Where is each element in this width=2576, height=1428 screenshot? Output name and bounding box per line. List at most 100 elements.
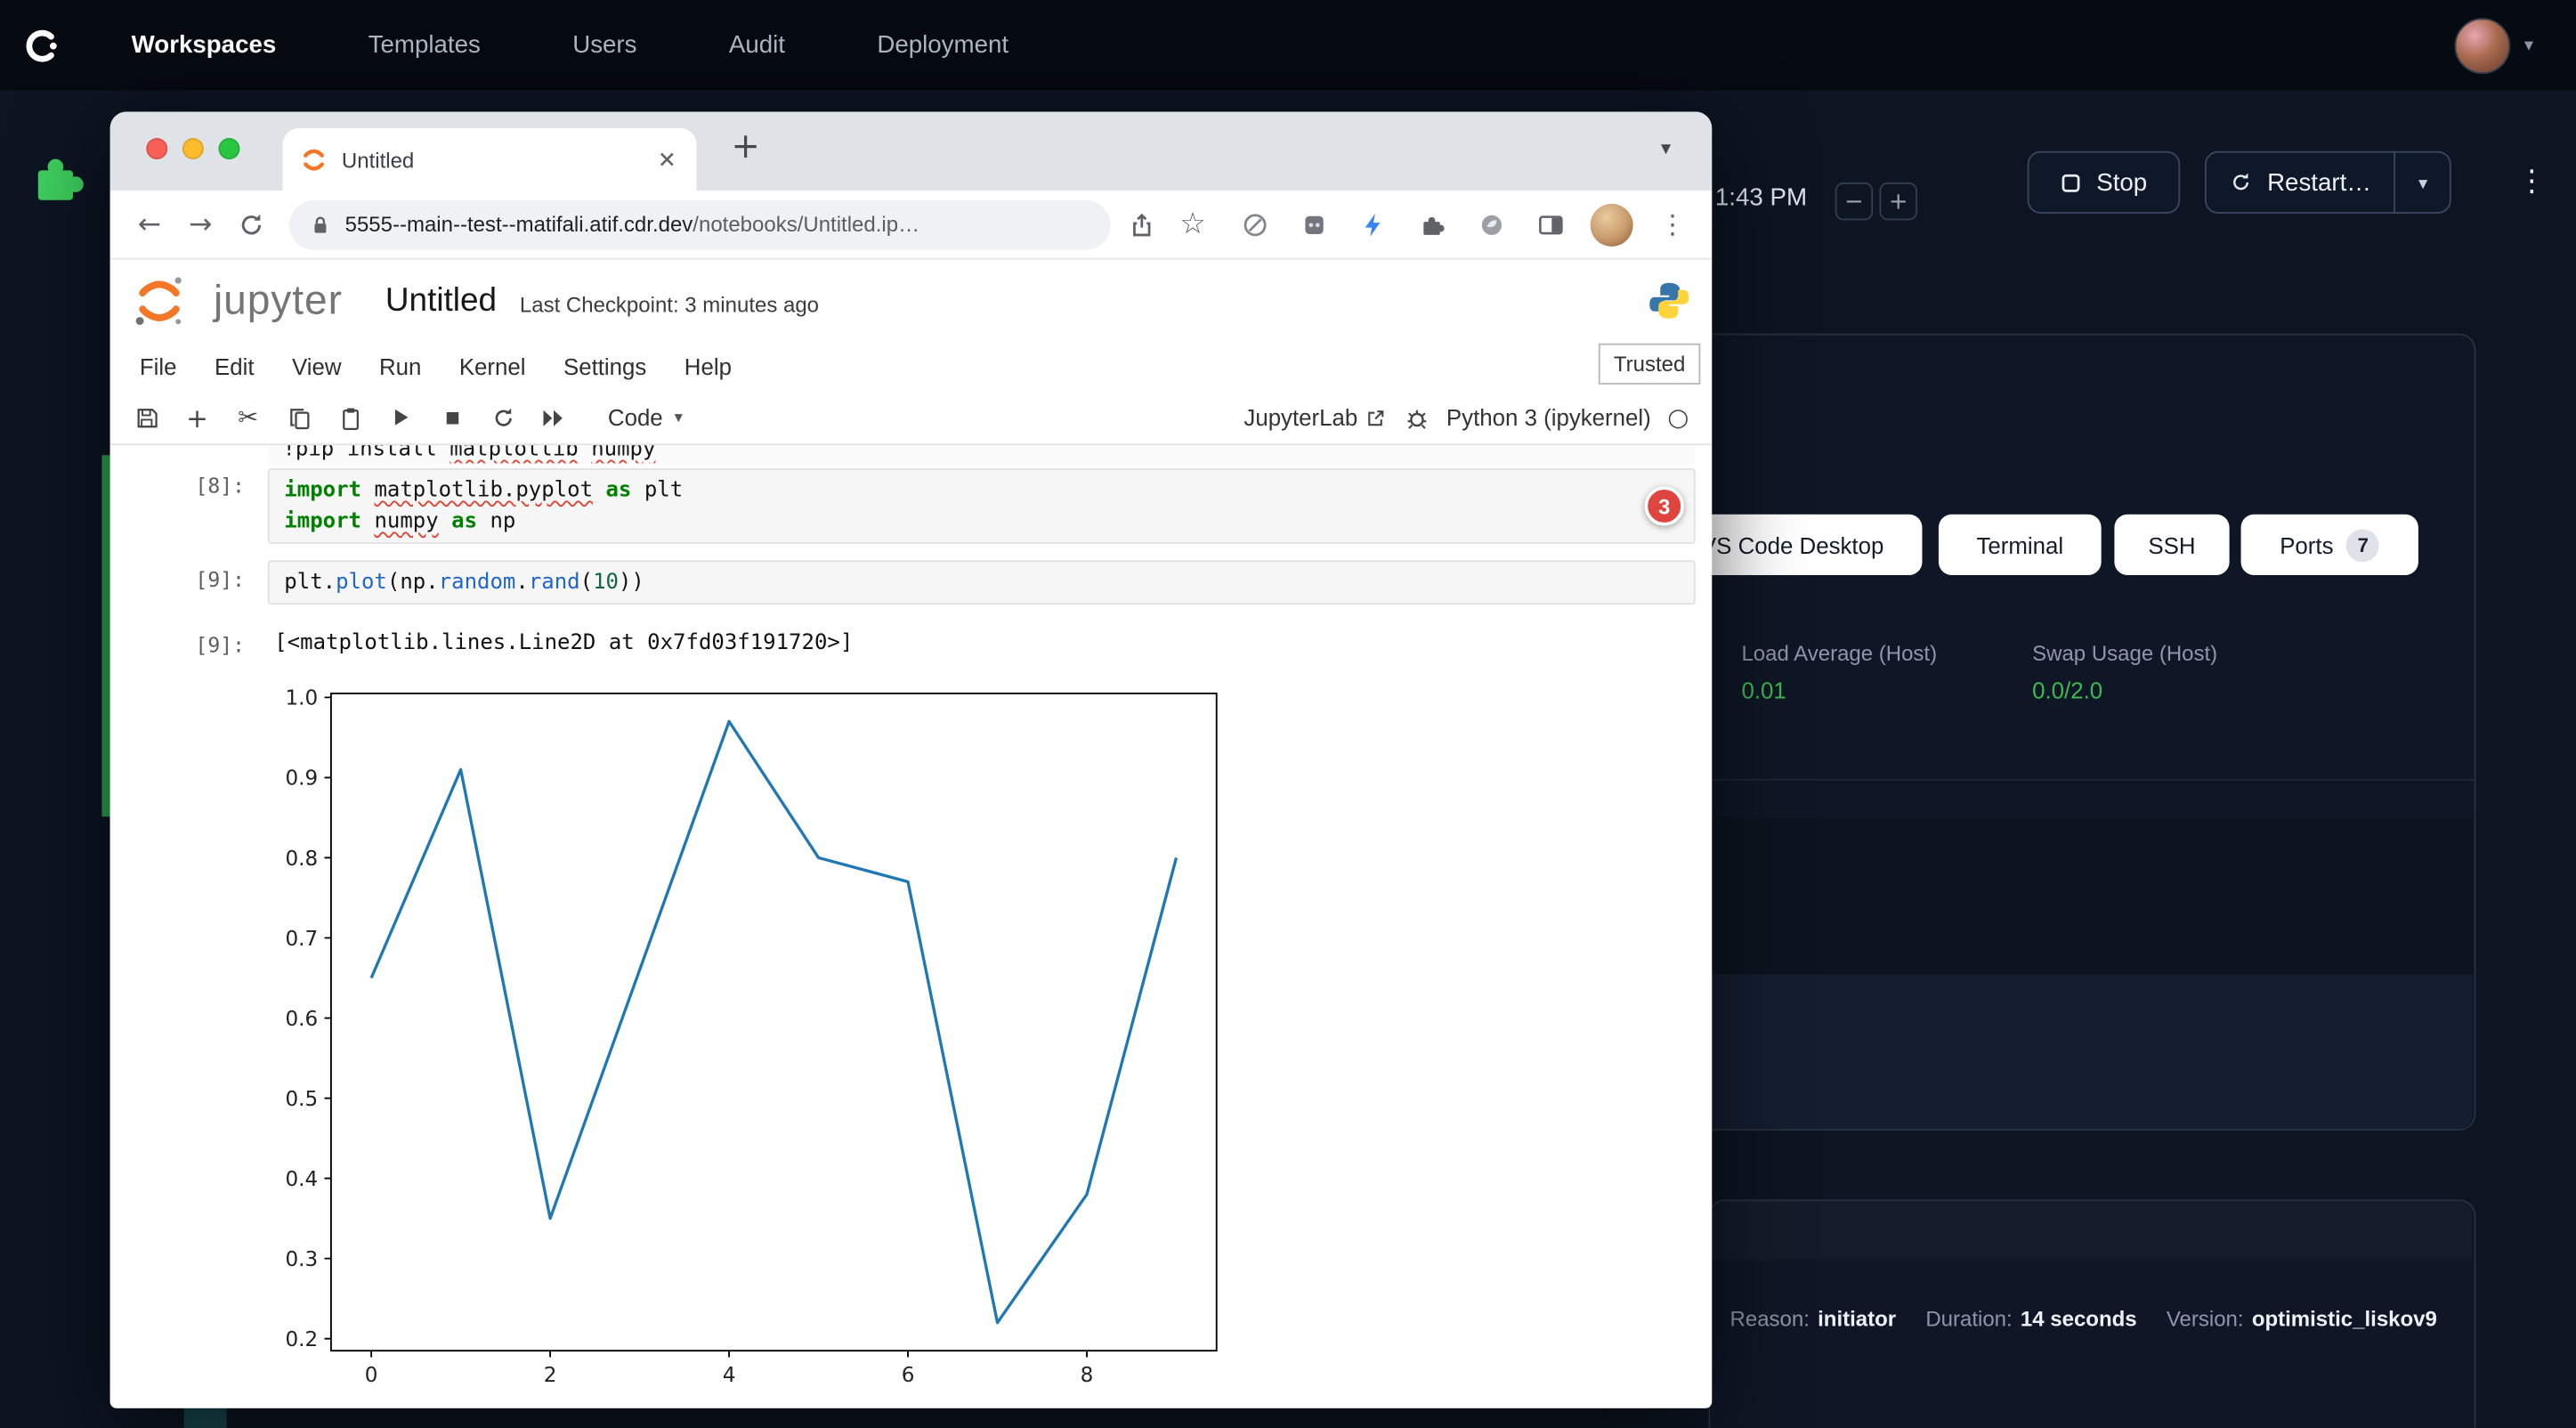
forward-icon[interactable]: → xyxy=(181,207,220,240)
svg-text:0: 0 xyxy=(365,1364,378,1387)
menu-file[interactable]: File xyxy=(140,353,177,380)
coder-logo-icon[interactable] xyxy=(16,20,65,69)
paste-cell-icon[interactable] xyxy=(336,405,363,430)
svg-text:0.3: 0.3 xyxy=(285,1248,318,1271)
build-panel-header xyxy=(1712,1201,2473,1260)
browser-tab[interactable]: Untitled xyxy=(282,128,696,191)
restart-options-chevron[interactable]: ▾ xyxy=(2394,153,2450,212)
partial-code-cell[interactable]: !pip install matplotlib numpy xyxy=(268,445,1696,463)
svg-text:0.5: 0.5 xyxy=(285,1088,318,1111)
cut-cell-icon[interactable]: ✂ xyxy=(235,402,262,432)
svg-text:0.6: 0.6 xyxy=(285,1008,318,1031)
interrupt-kernel-icon[interactable] xyxy=(439,407,466,428)
nav-item-workspaces[interactable]: Workspaces xyxy=(132,31,277,59)
notification-badge[interactable]: 3 xyxy=(1645,486,1684,525)
top-navbar: Workspaces Templates Users Audit Deploym… xyxy=(0,0,2576,91)
cell-type-dropdown[interactable]: Code ▾ xyxy=(608,404,683,431)
code-cell-imports[interactable]: import matplotlib.pyplot as pltimport nu… xyxy=(268,468,1696,544)
tab-search-icon[interactable]: ▾ xyxy=(1661,136,1671,159)
restart-run-all-icon[interactable] xyxy=(540,407,567,428)
reload-icon[interactable] xyxy=(231,211,271,238)
leaf-icon[interactable] xyxy=(1472,211,1511,238)
tab-title: Untitled xyxy=(342,147,641,172)
swap-usage-value: 0.0/2.0 xyxy=(2032,677,2217,703)
version-label: Version: xyxy=(2167,1306,2244,1331)
url-domain: 5555--main--test--matifali.atif.cdr.dev xyxy=(345,212,693,237)
svg-text:1.0: 1.0 xyxy=(285,687,318,710)
menu-settings[interactable]: Settings xyxy=(563,353,646,380)
version-value: optimistic_liskov9 xyxy=(2252,1306,2437,1331)
reason-label: Reason: xyxy=(1730,1306,1810,1331)
stop-workspace-button[interactable]: Stop xyxy=(2028,151,2181,214)
browser-window: Untitled + ▾ ← → xyxy=(110,112,1713,1408)
user-avatar[interactable] xyxy=(2455,17,2511,73)
svg-text:6: 6 xyxy=(902,1364,915,1387)
puzzle-piece-icon[interactable] xyxy=(33,151,89,215)
code-cell-plot[interactable]: plt.plot(np.random.rand(10)) xyxy=(268,560,1696,604)
zoom-out-button[interactable]: − xyxy=(1835,183,1873,220)
cell-type-value: Code xyxy=(608,404,663,431)
browser-menu-icon[interactable]: ⋮ xyxy=(1653,208,1692,239)
panel-divider xyxy=(1645,779,2475,781)
url-path: /notebooks/Untitled.ip… xyxy=(693,212,919,237)
output-prompt: [9]: xyxy=(159,633,245,658)
nav-item-templates[interactable]: Templates xyxy=(369,31,481,59)
menu-help[interactable]: Help xyxy=(685,353,732,380)
python-logo-icon xyxy=(1648,280,1690,322)
ssh-label: SSH xyxy=(2148,531,2195,558)
nav-item-deployment[interactable]: Deployment xyxy=(877,31,1009,59)
cell-prompt: [9]: xyxy=(159,567,245,592)
chevron-down-icon: ▾ xyxy=(675,409,683,426)
menu-view[interactable]: View xyxy=(292,353,342,380)
run-cell-icon[interactable] xyxy=(388,406,415,429)
menu-kernel[interactable]: Kernel xyxy=(459,353,526,380)
restart-kernel-icon[interactable] xyxy=(490,405,516,430)
notebook-title[interactable]: Untitled xyxy=(385,282,497,320)
share-icon[interactable] xyxy=(1122,211,1162,238)
screen: Workspaces Templates Users Audit Deploym… xyxy=(0,0,2576,1428)
kernel-name[interactable]: Python 3 (ipykernel) xyxy=(1446,404,1651,431)
menu-run[interactable]: Run xyxy=(379,353,421,380)
notebook-body[interactable]: !pip install matplotlib numpy [8]: impor… xyxy=(110,445,1713,1408)
svg-text:8: 8 xyxy=(1081,1364,1094,1387)
cell-prompt: [8]: xyxy=(159,474,245,499)
browser-toolbar: ← → 5555--main--test--matifali.atif.cdr.… xyxy=(110,191,1713,260)
jupyter-logo-icon xyxy=(132,272,188,329)
trusted-button[interactable]: Trusted xyxy=(1599,344,1700,385)
load-average-label: Load Average (Host) xyxy=(1741,641,1937,666)
swap-usage-label: Swap Usage (Host) xyxy=(2032,641,2217,666)
ports-button[interactable]: Ports 7 xyxy=(2241,515,2418,575)
browser-profile-avatar[interactable] xyxy=(1591,203,1633,246)
chevron-down-icon[interactable]: ▾ xyxy=(2524,35,2533,56)
zoom-in-button[interactable]: + xyxy=(1879,183,1916,220)
close-window-button[interactable] xyxy=(146,138,167,159)
onepassword-icon[interactable] xyxy=(1235,211,1275,238)
tampermonkey-icon[interactable] xyxy=(1294,211,1333,238)
terminal-button[interactable]: Terminal xyxy=(1939,515,2102,575)
address-bar[interactable]: 5555--main--test--matifali.atif.cdr.dev/… xyxy=(289,199,1111,248)
reason-value: initiator xyxy=(1818,1306,1896,1331)
restart-workspace-button[interactable]: Restart… ▾ xyxy=(2205,151,2452,214)
back-icon[interactable]: ← xyxy=(130,207,169,240)
ssh-button[interactable]: SSH xyxy=(2114,515,2229,575)
workspace-menu-icon[interactable]: ⋮ xyxy=(2517,165,2547,199)
puzzle-extension-icon[interactable] xyxy=(1413,211,1452,238)
copy-cell-icon[interactable] xyxy=(286,405,312,430)
debugger-bug-icon[interactable] xyxy=(1404,405,1430,430)
nav-item-users[interactable]: Users xyxy=(572,31,636,59)
bookmark-star-icon[interactable]: ☆ xyxy=(1173,207,1212,242)
nav-item-audit[interactable]: Audit xyxy=(729,31,785,59)
ports-label: Ports xyxy=(2280,531,2333,558)
save-icon[interactable] xyxy=(134,405,160,430)
close-tab-icon[interactable] xyxy=(655,148,678,171)
bolt-icon[interactable] xyxy=(1354,211,1393,238)
minimize-window-button[interactable] xyxy=(182,138,204,159)
maximize-window-button[interactable] xyxy=(218,138,239,159)
kernel-status-icon: ○ xyxy=(1667,402,1689,432)
add-cell-icon[interactable]: + xyxy=(184,402,211,433)
jupyterlab-link[interactable]: JupyterLab xyxy=(1243,404,1387,431)
menu-edit[interactable]: Edit xyxy=(215,353,255,380)
jupyter-menubar: File Edit View Run Kernel Settings Help … xyxy=(110,342,1713,391)
split-screen-icon[interactable] xyxy=(1531,211,1570,238)
new-tab-button[interactable]: + xyxy=(731,126,760,166)
